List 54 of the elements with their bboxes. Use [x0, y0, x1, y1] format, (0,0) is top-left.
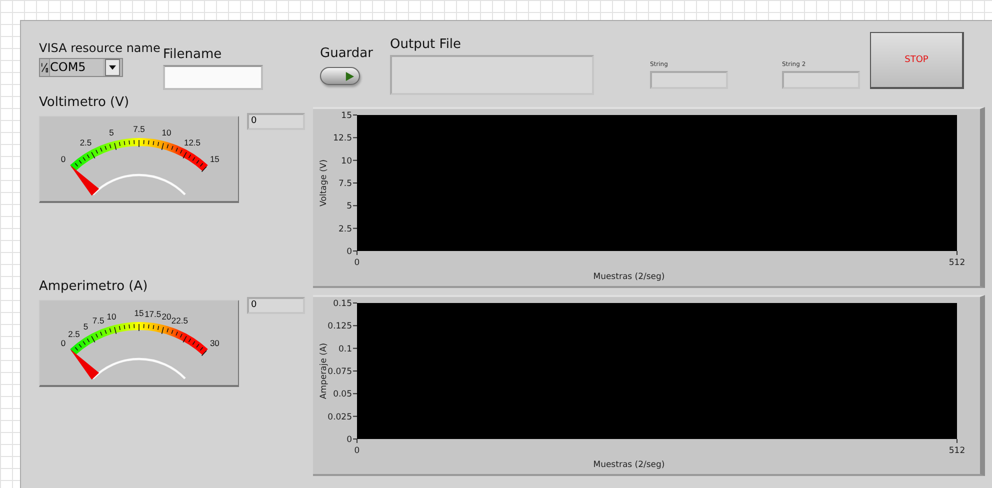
y-tick-label: 10	[341, 156, 352, 166]
save-button[interactable]	[320, 67, 360, 85]
gauge-label: Voltimetro (V)	[39, 95, 130, 110]
y-tick-label: 0.15	[333, 299, 352, 309]
scale-label: 15	[134, 308, 144, 318]
visa-label: VISA resource name	[39, 41, 162, 55]
y-tick-label: 7.5	[338, 179, 352, 189]
filename-label: Filename	[163, 47, 223, 62]
play-icon	[345, 72, 354, 80]
y-tick-label: 0.05	[333, 390, 352, 400]
y-tick-label: 0.1	[338, 344, 352, 354]
gauge-label: Amperimetro (A)	[39, 279, 149, 294]
scale-label: 0	[60, 154, 66, 164]
reading-value: 0	[251, 116, 257, 126]
x-axis-title: Muestras (2/seg)	[593, 272, 665, 282]
scale-label: 12.5	[184, 138, 201, 148]
scale-label: 5	[109, 127, 114, 138]
scale-label: 15	[210, 154, 220, 164]
scale-label: 30	[210, 338, 220, 348]
x-tick-label: 512	[948, 258, 966, 268]
y-tick-label: 5	[346, 202, 352, 212]
scale-label: 10	[162, 127, 172, 138]
scale-label: 0	[60, 338, 66, 348]
y-axis-title: Voltage (V)	[319, 159, 329, 207]
save-label: Guardar	[320, 46, 374, 61]
scale-label: 7.5	[133, 124, 145, 134]
output-file-label: Output File	[390, 37, 462, 52]
y-tick-label: 0.125	[328, 322, 352, 332]
y-tick-label: 0.025	[328, 412, 352, 422]
x-tick-label: 0	[354, 258, 360, 268]
scale-label: 5	[83, 322, 88, 332]
io-icon	[41, 62, 48, 73]
y-tick-label: 0	[346, 247, 352, 257]
reading-value: 0	[251, 300, 257, 310]
filename-field[interactable]	[163, 65, 263, 90]
visa-dropdown[interactable]: COM5	[39, 58, 123, 77]
scale-label: 10	[106, 311, 116, 322]
scale-label: 7.5	[92, 316, 104, 326]
scale-label: 20	[162, 311, 172, 322]
x-tick-label: 0	[354, 446, 360, 456]
scale-label: 22.5	[171, 316, 188, 326]
scale-label: 17.5	[144, 308, 162, 319]
x-tick-label: 512	[948, 446, 966, 456]
needle	[70, 165, 99, 196]
y-tick-label: 15	[341, 111, 352, 121]
scale-label: 2.5	[68, 329, 80, 339]
needle	[70, 349, 99, 380]
x-axis-title: Muestras (2/seg)	[593, 460, 665, 470]
y-tick-label: 2.5	[338, 224, 352, 234]
y-tick-label: 12.5	[333, 134, 352, 144]
y-tick-label: 0.075	[328, 367, 352, 377]
y-tick-label: 0	[346, 435, 352, 445]
scale-label: 2.5	[80, 138, 92, 148]
y-axis-title: Amperaje (A)	[319, 342, 329, 400]
